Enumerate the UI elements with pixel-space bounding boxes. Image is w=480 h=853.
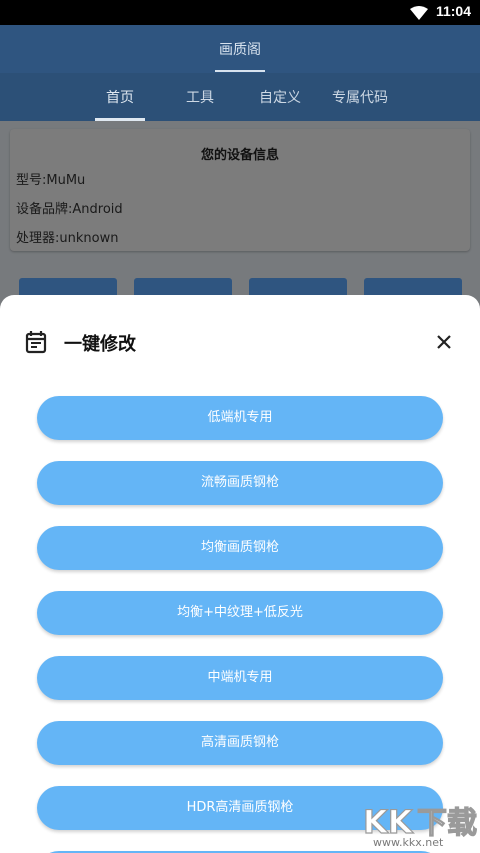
tab-custom[interactable]: 自定义 [250,87,310,107]
option-balanced-button[interactable]: 均衡画质钢枪 [37,526,443,570]
option-low-end-button[interactable]: 低端机专用 [37,396,443,440]
wifi-icon [410,6,428,20]
device-processor: 处理器:unknown [16,231,119,246]
option-mid-end-button[interactable]: 中端机专用 [37,656,443,700]
device-info-card: 您的设备信息 型号:MuMu 设备品牌:Android 处理器:unknown [10,129,470,251]
device-info-title: 您的设备信息 [200,148,279,163]
status-time: 11:04 [435,3,471,19]
calendar-icon [25,331,47,354]
device-brand: 设备品牌:Android [16,202,123,217]
bottom-sheet: 一键修改 低端机专用 流畅画质钢枪 均衡画质钢枪 均衡+中纹理+低反光 中端机专… [0,295,480,853]
tab-home[interactable]: 首页 [95,87,145,107]
option-balanced-texture-button[interactable]: 均衡+中纹理+低反光 [37,591,443,635]
status-bar: 11:04 [0,0,480,25]
watermark-url: www.kkx.net [373,836,444,849]
device-model: 型号:MuMu [16,173,86,188]
close-icon[interactable] [430,328,458,356]
tab-tools[interactable]: 工具 [175,87,225,107]
title-underline [215,70,265,72]
screen: 11:04 画质阁 首页 工具 自定义 专属代码 您的设备信息 型号:MuMu … [0,0,480,853]
sheet-title: 一键修改 [64,334,136,355]
tab-exclusive-code[interactable]: 专属代码 [325,87,395,107]
tab-bar: 首页 工具 自定义 专属代码 [0,73,480,121]
app-bar: 画质阁 首页 工具 自定义 专属代码 [0,25,480,121]
app-title: 画质阁 [219,42,261,58]
option-smooth-button[interactable]: 流畅画质钢枪 [37,461,443,505]
option-hd-button[interactable]: 高清画质钢枪 [37,721,443,765]
